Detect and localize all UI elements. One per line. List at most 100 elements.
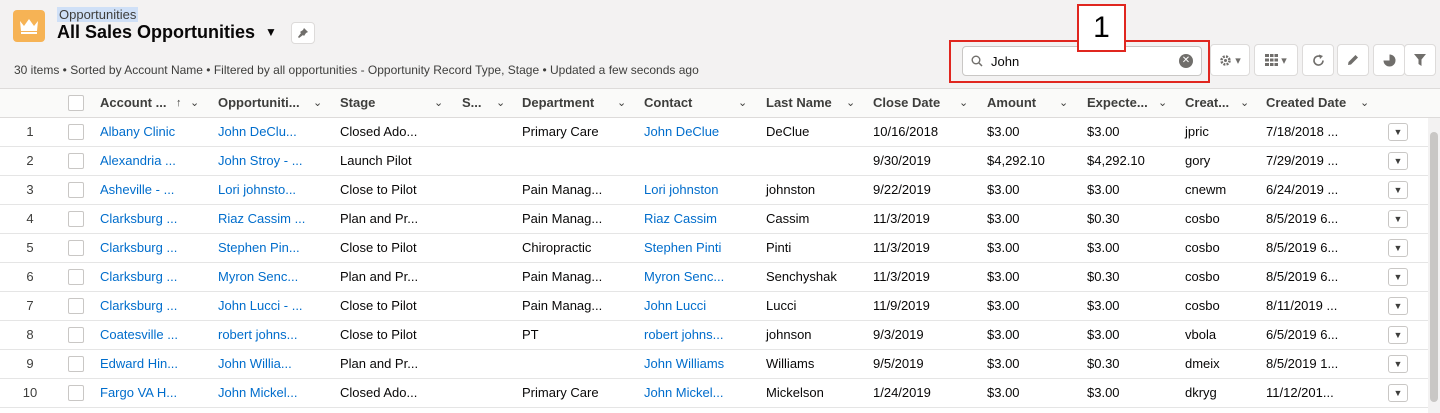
row-checkbox[interactable] [68,153,84,169]
opportunity-link[interactable]: Lori johnsto... [218,176,296,204]
list-settings-button[interactable]: ▾ [1210,44,1250,76]
row-checkbox[interactable] [68,124,84,140]
row-checkbox[interactable] [68,385,84,401]
edit-list-button[interactable] [1337,44,1369,76]
opportunity-link[interactable]: John Stroy - ... [218,147,303,175]
row-actions-menu[interactable]: ▼ [1388,181,1408,199]
row-checkbox[interactable] [68,182,84,198]
chevron-down-icon[interactable]: ⌄ [617,89,626,117]
opportunity-link[interactable]: robert johns... [218,321,298,349]
row-actions-menu[interactable]: ▼ [1388,268,1408,286]
contact-link[interactable]: John Mickel... [644,379,723,407]
column-header-close-date[interactable]: Close Date [873,89,940,117]
opportunity-link[interactable]: Riaz Cassim ... [218,205,305,233]
last-name-cell: Pinti [766,240,792,255]
charts-button[interactable] [1373,44,1405,76]
expected-revenue-cell: $3.00 [1087,182,1120,197]
opportunity-link[interactable]: John DeClu... [218,118,297,146]
pin-button[interactable] [291,22,315,44]
row-actions-menu[interactable]: ▼ [1388,239,1408,257]
contact-link[interactable]: robert johns... [644,321,724,349]
row-checkbox[interactable] [68,211,84,227]
chevron-down-icon[interactable]: ⌄ [1059,89,1068,117]
chevron-down-icon[interactable]: ⌄ [313,89,322,117]
column-header-s[interactable]: S... [462,89,482,117]
contact-link[interactable]: John DeClue [644,118,719,146]
chevron-down-icon[interactable]: ⌄ [190,89,199,117]
amount-cell: $3.00 [987,211,1020,226]
row-actions-menu[interactable]: ▼ [1388,297,1408,315]
row-checkbox[interactable] [68,269,84,285]
row-number: 10 [22,385,38,400]
opportunity-link[interactable]: John Willia... [218,350,292,378]
column-header-opportunity[interactable]: Opportuniti... [218,89,300,117]
filters-button[interactable] [1404,44,1436,76]
table-row: 7 Clarksburg ... John Lucci - ... Close to … [0,292,1440,321]
row-checkbox[interactable] [68,356,84,372]
column-header-created-date[interactable]: Created Date [1266,89,1346,117]
close-date-cell: 1/24/2019 [873,385,931,400]
column-header-last-name[interactable]: Last Name [766,89,832,117]
column-header-account[interactable]: Account ... [100,89,166,117]
chevron-down-icon[interactable]: ⌄ [1158,89,1167,117]
chevron-down-icon[interactable]: ⌄ [1360,89,1369,117]
account-link[interactable]: Clarksburg ... [100,263,177,291]
account-link[interactable]: Alexandria ... [100,147,176,175]
chevron-down-icon: ▼ [1393,156,1403,166]
edit-icon [1348,55,1358,65]
account-link[interactable]: Clarksburg ... [100,234,177,262]
contact-link[interactable]: Stephen Pinti [644,234,721,262]
opportunity-link[interactable]: John Mickel... [218,379,297,407]
account-link[interactable]: Clarksburg ... [100,292,177,320]
chevron-down-icon: ▼ [1393,272,1403,282]
row-checkbox[interactable] [68,240,84,256]
list-view-picker-icon[interactable]: ▼ [265,25,277,39]
amount-cell: $3.00 [987,298,1020,313]
account-link[interactable]: Albany Clinic [100,118,175,146]
contact-link[interactable]: Myron Senc... [644,263,724,291]
contact-link[interactable]: John Williams [644,350,724,378]
select-all-checkbox[interactable] [68,95,84,111]
display-as-button[interactable]: ▾ [1254,44,1298,76]
column-header-amount[interactable]: Amount [987,89,1036,117]
creator-cell: jpric [1185,124,1209,139]
opportunity-link[interactable]: John Lucci - ... [218,292,303,320]
row-checkbox[interactable] [68,298,84,314]
row-actions-menu[interactable]: ▼ [1388,152,1408,170]
account-link[interactable]: Asheville - ... [100,176,174,204]
account-link[interactable]: Clarksburg ... [100,205,177,233]
contact-link[interactable]: Lori johnston [644,176,718,204]
account-link[interactable]: Fargo VA H... [100,379,177,407]
chevron-down-icon[interactable]: ⌄ [1240,89,1249,117]
last-name-cell: Cassim [766,211,810,226]
chevron-down-icon[interactable]: ⌄ [434,89,443,117]
row-actions-menu[interactable]: ▼ [1388,384,1408,402]
opportunity-link[interactable]: Stephen Pin... [218,234,300,262]
chevron-down-icon[interactable]: ⌄ [846,89,855,117]
chevron-down-icon[interactable]: ⌄ [959,89,968,117]
chevron-down-icon[interactable]: ⌄ [496,89,505,117]
refresh-button[interactable] [1302,44,1334,76]
created-date-cell: 7/18/2018 ... [1266,124,1339,139]
row-actions-menu[interactable]: ▼ [1388,210,1408,228]
row-actions-menu[interactable]: ▼ [1388,355,1408,373]
row-actions-menu[interactable]: ▼ [1388,326,1408,344]
amount-cell: $3.00 [987,356,1020,371]
contact-link[interactable]: Riaz Cassim [644,205,717,233]
column-header-department[interactable]: Department [522,89,594,117]
created-date-cell: 6/5/2019 6... [1266,327,1339,342]
account-link[interactable]: Edward Hin... [100,350,178,378]
contact-link[interactable]: John Lucci [644,292,706,320]
opportunity-link[interactable]: Myron Senc... [218,263,298,291]
crown-icon [13,10,45,42]
column-header-stage[interactable]: Stage [340,89,375,117]
chevron-down-icon[interactable]: ⌄ [738,89,747,117]
scrollbar-thumb[interactable] [1430,132,1438,402]
vertical-scrollbar[interactable] [1428,118,1440,413]
row-actions-menu[interactable]: ▼ [1388,123,1408,141]
column-header-expected[interactable]: Expecte... [1087,89,1148,117]
row-checkbox[interactable] [68,327,84,343]
account-link[interactable]: Coatesville ... [100,321,178,349]
column-header-creator[interactable]: Creat... [1185,89,1229,117]
column-header-contact[interactable]: Contact [644,89,692,117]
